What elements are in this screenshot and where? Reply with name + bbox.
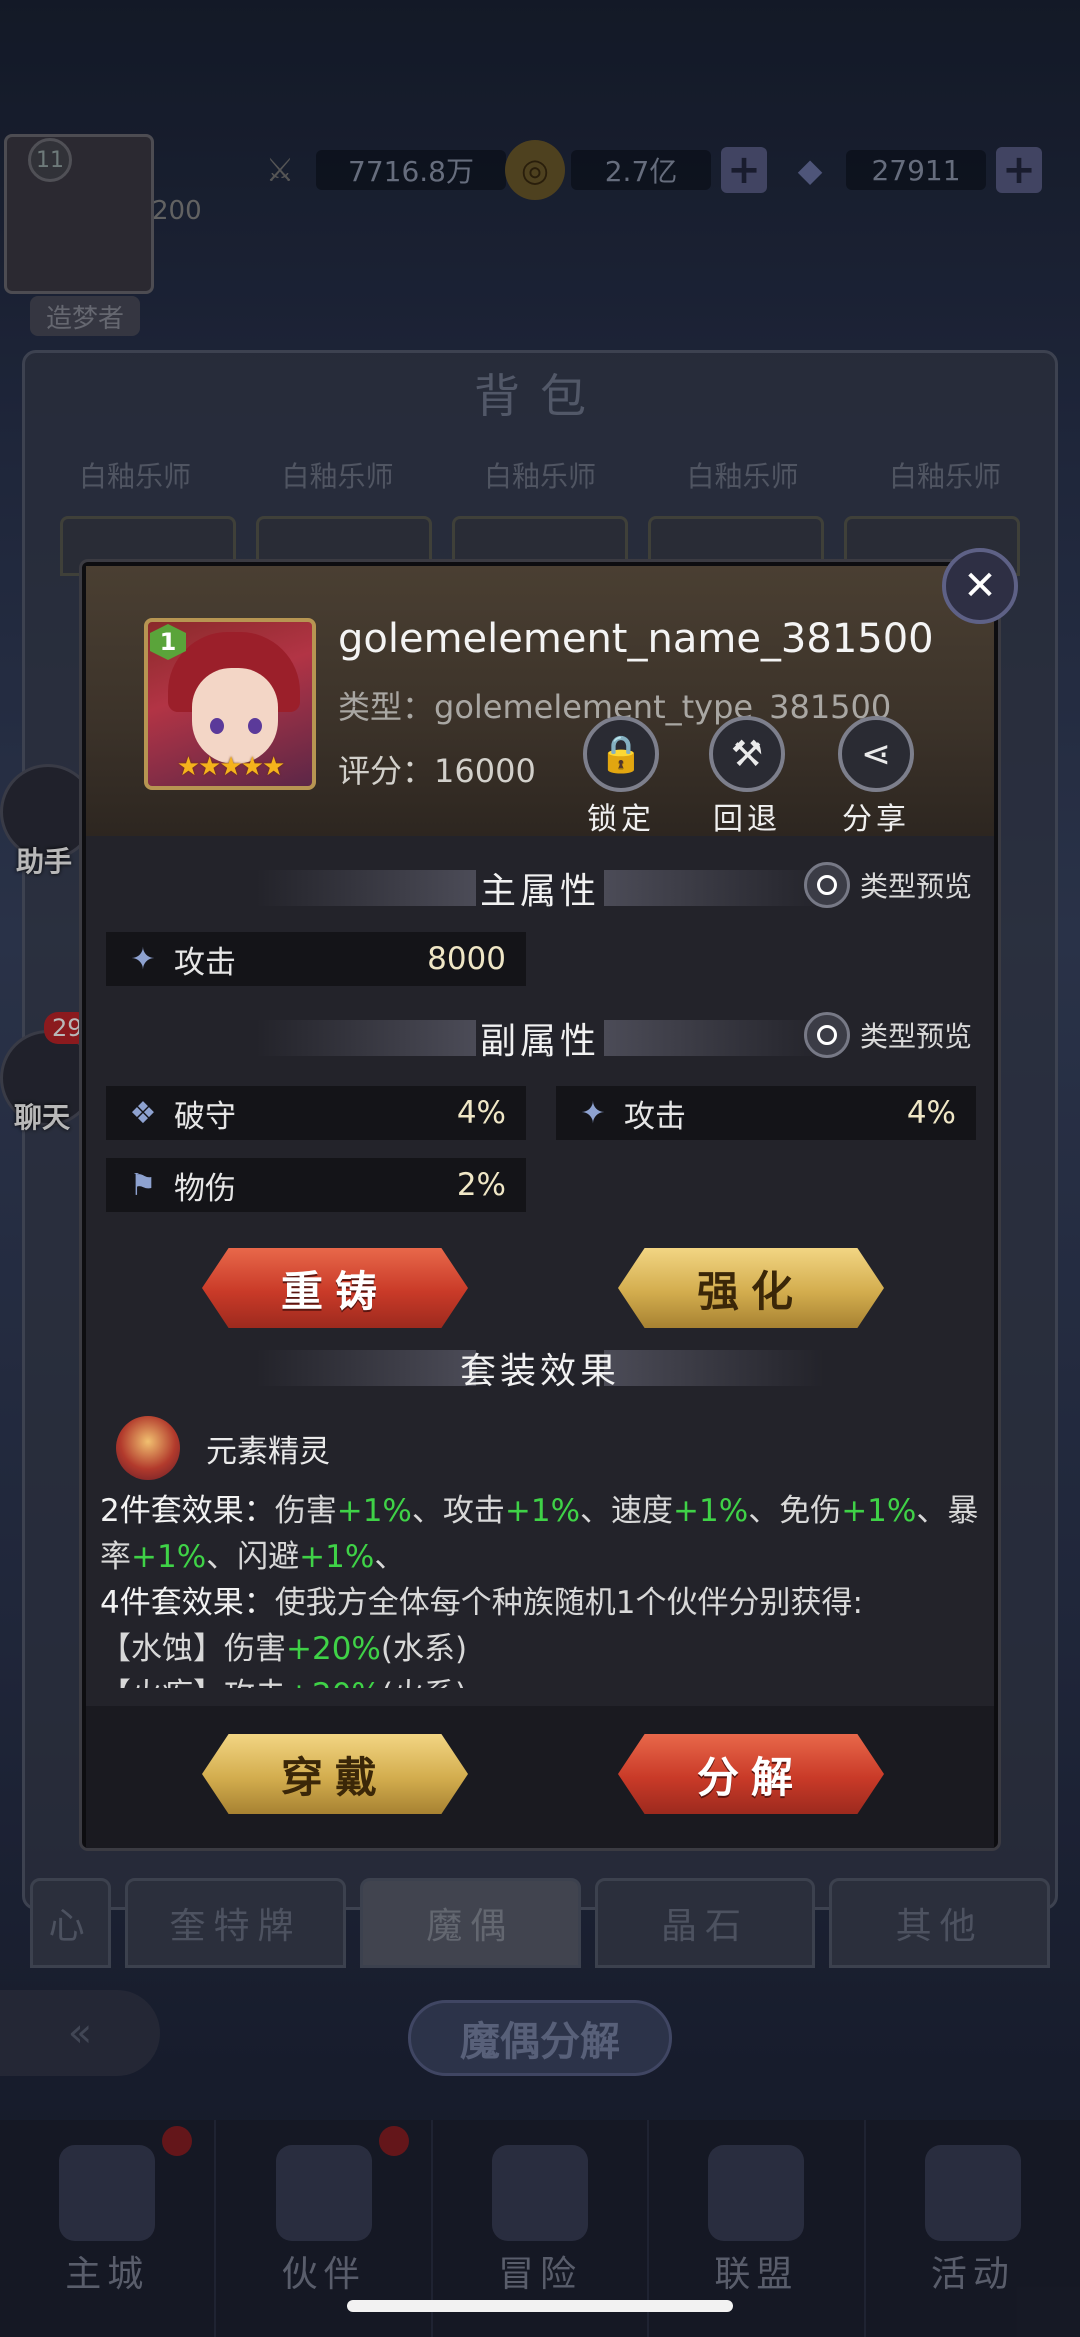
close-button[interactable]: ✕ [942, 548, 1018, 624]
lock-label: 锁定 [587, 802, 655, 837]
effect-note: (水系) [380, 1631, 468, 1667]
stat-value: 4% [906, 1095, 956, 1131]
stat-value: 4% [456, 1095, 506, 1131]
sub-stat-row: ⚑ 物伤 2% [106, 1158, 526, 1212]
effect-value: +20% [286, 1631, 381, 1667]
two-piece-effect: 2件套效果：伤害+1%、攻击+1%、速度+1%、免伤+1%、暴率+1%、闪避+1… [100, 1488, 984, 1580]
stat-name: 破守 [174, 1098, 236, 1135]
main-attr-title: 主属性 [479, 871, 600, 912]
stat-name: 攻击 [174, 944, 236, 981]
set-effect-text[interactable]: 2件套效果：伤害+1%、攻击+1%、速度+1%、免伤+1%、暴率+1%、闪避+1… [100, 1488, 984, 1688]
stat-name: 物伤 [174, 1170, 236, 1207]
revert-label: 回退 [713, 802, 781, 837]
magnifier-icon [803, 1012, 850, 1058]
two-piece-label: 2件套效果： [100, 1493, 275, 1529]
effect-note: (火系) [381, 1677, 467, 1688]
item-score: 评分：16000 [338, 746, 536, 792]
item-score-value: 16000 [434, 752, 536, 790]
effect-value: +1% [131, 1539, 207, 1575]
separator: 、 [916, 1493, 948, 1529]
modal-footer: 穿戴 分解 [86, 1706, 994, 1848]
attack-icon: ✦ [130, 941, 156, 977]
main-attr-preview-button[interactable]: 类型预览 [803, 862, 972, 908]
effect-value: +1% [336, 1493, 412, 1529]
four-piece-label: 4件套效果： [100, 1585, 275, 1621]
item-star-rating: ★★★★★ [176, 752, 286, 782]
close-icon: ✕ [963, 563, 997, 609]
sub-attr-preview-button[interactable]: 类型预览 [803, 1012, 972, 1058]
home-indicator[interactable] [347, 2300, 733, 2312]
physical-damage-icon: ⚑ [129, 1167, 157, 1203]
four-piece-effect: 4件套效果：使我方全体每个种族随机1个伙伴分别获得: [100, 1580, 984, 1626]
share-label: 分享 [842, 802, 910, 837]
stat-value: 2% [456, 1167, 506, 1203]
separator: 、 [580, 1493, 612, 1529]
four-piece-line: 【水蚀】伤害+20%(水系) [100, 1626, 984, 1672]
lock-button[interactable]: 🔒 锁定 [576, 716, 666, 838]
item-type-label: 类型： [338, 688, 435, 726]
effect-value: +1% [504, 1493, 581, 1529]
item-score-label: 评分： [338, 752, 435, 790]
set-effect-header: 套装效果 [86, 1338, 994, 1398]
effect-value: +20% [286, 1677, 381, 1688]
portrait-eye [248, 718, 262, 734]
stat-name: 攻击 [624, 1098, 686, 1135]
set-effect-title: 套装效果 [459, 1351, 620, 1392]
effect-name: 免伤 [779, 1493, 842, 1529]
portrait-eye [210, 718, 224, 734]
share-button[interactable]: ⋖ 分享 [831, 716, 921, 838]
item-name: golemelement_name_381500 [338, 616, 934, 662]
sub-attr-title: 副属性 [479, 1021, 600, 1062]
separator: 、 [411, 1493, 443, 1529]
revert-button[interactable]: ⚒ 回退 [702, 716, 792, 838]
main-stat-row: ✦ 攻击 8000 [106, 932, 526, 986]
effect-name: 攻击 [442, 1493, 505, 1529]
anvil-icon: ⚒ [709, 716, 785, 792]
element-sprite-icon [116, 1416, 180, 1480]
separator: 、 [748, 1493, 780, 1529]
four-piece-line: 【火疾】攻击+20%(火系) [100, 1672, 984, 1688]
effect-value: +1% [299, 1539, 375, 1575]
set-name: 元素精灵 [206, 1433, 330, 1470]
effect-name: 【水蚀】伤害 [100, 1631, 286, 1667]
effect-name: 伤害 [274, 1493, 337, 1529]
item-header: 1 ★★★★★ golemelement_name_381500 类型：gole… [86, 566, 994, 838]
equip-button[interactable]: 穿戴 [202, 1734, 468, 1814]
effect-name: 闪避 [237, 1539, 300, 1575]
stat-value: 8000 [427, 941, 506, 977]
item-portrait: 1 ★★★★★ [144, 618, 316, 790]
effect-value: +1% [841, 1493, 917, 1529]
enhance-button[interactable]: 强化 [618, 1248, 884, 1328]
attack-icon: ✦ [580, 1095, 606, 1131]
four-piece-desc: 使我方全体每个种族随机1个伙伴分别获得: [274, 1585, 863, 1621]
effect-value: +1% [673, 1493, 749, 1529]
separator: 、 [206, 1539, 238, 1575]
effect-name: 【火疾】攻击 [100, 1677, 286, 1688]
effect-name: 速度 [611, 1493, 674, 1529]
set-name-row: 元素精灵 [116, 1416, 330, 1480]
separator: 、 [374, 1539, 406, 1575]
decompose-button[interactable]: 分解 [618, 1734, 884, 1814]
armor-break-icon: ❖ [129, 1095, 157, 1131]
item-detail-modal: 1 ★★★★★ golemelement_name_381500 类型：gole… [82, 562, 998, 1848]
preview-label: 类型预览 [859, 1020, 972, 1053]
share-icon: ⋖ [838, 716, 914, 792]
sub-stat-row: ✦ 攻击 4% [556, 1086, 976, 1140]
magnifier-icon [803, 862, 850, 908]
lock-icon: 🔒 [583, 716, 659, 792]
portrait-face [192, 668, 278, 764]
sub-stat-row: ❖ 破守 4% [106, 1086, 526, 1140]
reforge-button[interactable]: 重铸 [202, 1248, 468, 1328]
preview-label: 类型预览 [859, 870, 972, 903]
